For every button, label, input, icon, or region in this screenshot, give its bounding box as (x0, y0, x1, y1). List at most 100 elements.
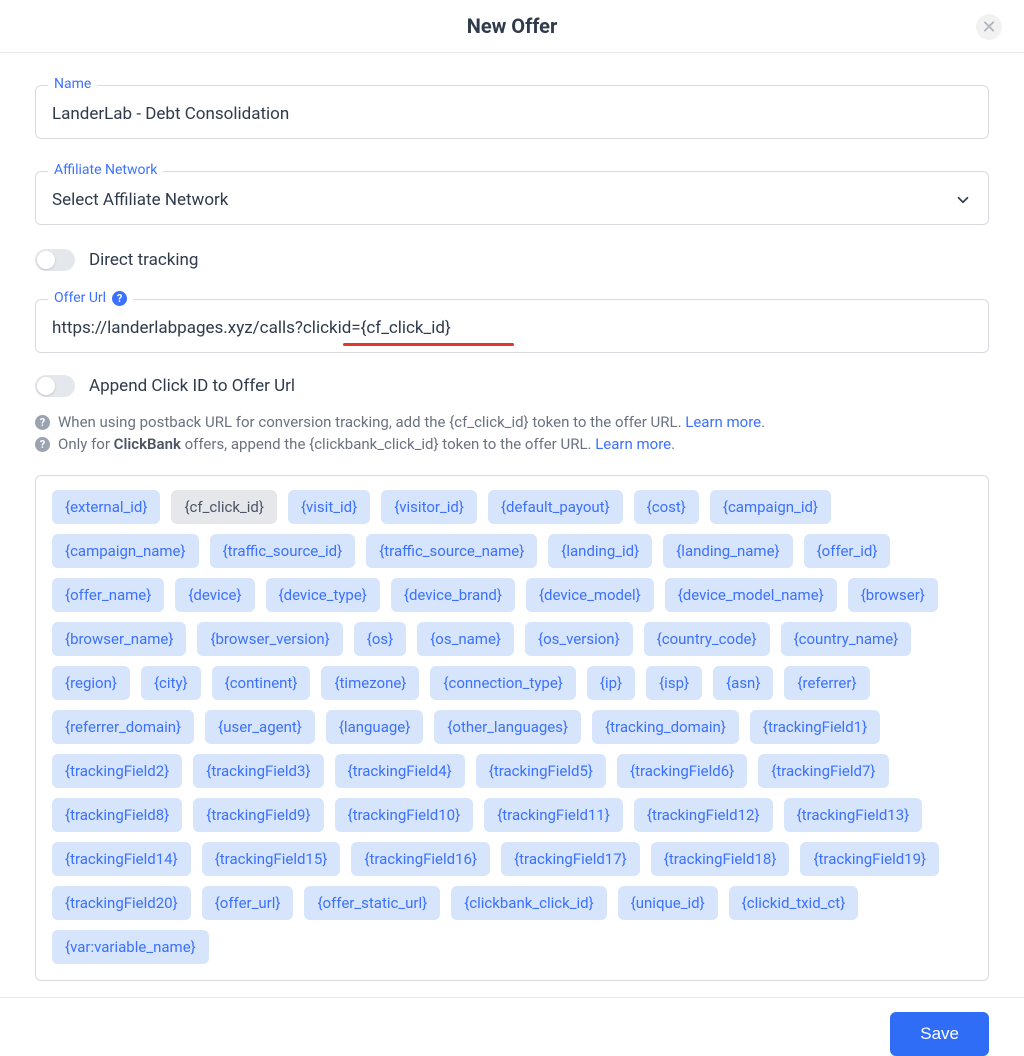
token-chip[interactable]: {unique_id} (618, 886, 718, 920)
info-line-postback: ? When using postback URL for conversion… (35, 413, 989, 431)
token-chip[interactable]: {trackingField10} (335, 798, 474, 832)
token-chip[interactable]: {landing_name} (663, 534, 792, 568)
token-chip[interactable]: {browser} (848, 578, 938, 612)
token-chip[interactable]: {trackingField20} (52, 886, 191, 920)
token-chip[interactable]: {city} (141, 666, 201, 700)
token-chip[interactable]: {tracking_domain} (592, 710, 739, 744)
offer-url-label: Offer Url ? (48, 290, 133, 306)
affiliate-network-field-group[interactable]: Affiliate Network Select Affiliate Netwo… (35, 171, 989, 225)
token-chip[interactable]: {trackingField1} (750, 710, 880, 744)
token-chip[interactable]: {trackingField17} (501, 842, 640, 876)
info-text: When using postback URL for conversion t… (58, 413, 685, 431)
annotation-underline (343, 343, 514, 346)
token-chip: {cf_click_id} (171, 490, 276, 524)
token-chip[interactable]: {device_type} (266, 578, 380, 612)
token-chip[interactable]: {trackingField2} (52, 754, 182, 788)
token-chip[interactable]: {trackingField19} (800, 842, 939, 876)
token-chip[interactable]: {os_name} (417, 622, 514, 656)
token-chip[interactable]: {cost} (634, 490, 699, 524)
token-chip[interactable]: {external_id} (52, 490, 160, 524)
token-chip[interactable]: {continent} (212, 666, 311, 700)
token-chip[interactable]: {default_payout} (488, 490, 623, 524)
append-click-id-toggle[interactable] (35, 375, 75, 397)
token-chip[interactable]: {trackingField12} (634, 798, 773, 832)
offer-url-input[interactable] (52, 318, 972, 338)
modal-body: Name Affiliate Network Select Affiliate … (0, 53, 1024, 997)
token-chip[interactable]: {ip} (587, 666, 635, 700)
token-chip[interactable]: {trackingField13} (784, 798, 923, 832)
modal-title: New Offer (467, 14, 558, 38)
token-chip[interactable]: {clickid_txid_ct} (729, 886, 859, 920)
token-chip[interactable]: {other_languages} (434, 710, 581, 744)
token-chip[interactable]: {trackingField7} (758, 754, 888, 788)
direct-tracking-row: Direct tracking (35, 249, 989, 271)
token-chip[interactable]: {trackingField9} (193, 798, 323, 832)
token-chip[interactable]: {clickbank_click_id} (451, 886, 606, 920)
token-chip[interactable]: {traffic_source_id} (210, 534, 356, 568)
token-chip[interactable]: {trackingField11} (484, 798, 623, 832)
affiliate-network-placeholder: Select Affiliate Network (52, 190, 228, 210)
token-chip[interactable]: {trackingField8} (52, 798, 182, 832)
help-icon[interactable]: ? (112, 291, 127, 306)
token-chip[interactable]: {landing_id} (548, 534, 652, 568)
token-chip[interactable]: {offer_url} (202, 886, 294, 920)
modal-footer: Save (0, 997, 1024, 1056)
token-chip[interactable]: {asn} (713, 666, 773, 700)
name-input[interactable] (52, 104, 972, 124)
token-chip[interactable]: {browser_name} (52, 622, 186, 656)
token-chip[interactable]: {isp} (646, 666, 702, 700)
close-button[interactable]: ✕ (976, 14, 1002, 40)
token-chip[interactable]: {language} (326, 710, 423, 744)
save-button[interactable]: Save (890, 1012, 989, 1056)
info-icon: ? (35, 437, 50, 452)
token-chip[interactable]: {trackingField4} (335, 754, 465, 788)
token-chip[interactable]: {campaign_name} (52, 534, 199, 568)
info-text: offers, append the {clickbank_click_id} … (181, 435, 595, 453)
token-chip[interactable]: {offer_name} (52, 578, 164, 612)
token-chip[interactable]: {trackingField14} (52, 842, 191, 876)
append-click-id-row: Append Click ID to Offer Url (35, 375, 989, 397)
token-chip[interactable]: {trackingField18} (651, 842, 790, 876)
token-chip[interactable]: {referrer} (784, 666, 869, 700)
affiliate-network-select[interactable]: Select Affiliate Network (52, 190, 972, 210)
affiliate-network-label: Affiliate Network (48, 162, 163, 178)
token-chip[interactable]: {device_brand} (391, 578, 515, 612)
token-chip[interactable]: {region} (52, 666, 130, 700)
token-chip[interactable]: {os_version} (525, 622, 633, 656)
token-chip[interactable]: {timezone} (321, 666, 419, 700)
token-chip[interactable]: {os} (354, 622, 406, 656)
token-chip[interactable]: {campaign_id} (710, 490, 831, 524)
token-chip[interactable]: {browser_version} (197, 622, 342, 656)
token-chip[interactable]: {trackingField6} (617, 754, 747, 788)
info-bold: ClickBank (114, 435, 181, 453)
close-icon: ✕ (981, 17, 996, 38)
token-chip[interactable]: {device_model_name} (665, 578, 837, 612)
direct-tracking-label: Direct tracking (89, 250, 198, 270)
learn-more-link[interactable]: Learn more (685, 413, 761, 431)
learn-more-link[interactable]: Learn more (595, 435, 671, 453)
token-chip[interactable]: {traffic_source_name} (366, 534, 537, 568)
token-chip[interactable]: {trackingField3} (193, 754, 323, 788)
info-text: Only for (58, 435, 114, 453)
token-chip[interactable]: {user_agent} (205, 710, 315, 744)
modal-header: New Offer ✕ (0, 0, 1024, 53)
token-chip[interactable]: {offer_static_url} (304, 886, 440, 920)
token-chip[interactable]: {offer_id} (804, 534, 891, 568)
token-chip[interactable]: {visit_id} (288, 490, 370, 524)
token-chip[interactable]: {device} (175, 578, 254, 612)
token-chip[interactable]: {var:variable_name} (52, 930, 209, 964)
token-chip[interactable]: {country_code} (644, 622, 770, 656)
token-chip[interactable]: {trackingField15} (202, 842, 341, 876)
info-icon: ? (35, 415, 50, 430)
tokens-panel: {external_id} {cf_click_id} {visit_id} {vis… (35, 475, 989, 981)
token-chip[interactable]: {trackingField5} (476, 754, 606, 788)
token-chip[interactable]: {country_name} (781, 622, 912, 656)
name-label: Name (48, 76, 97, 92)
token-chip[interactable]: {trackingField16} (351, 842, 490, 876)
token-chip[interactable]: {device_model} (526, 578, 654, 612)
append-click-id-label: Append Click ID to Offer Url (89, 376, 295, 396)
token-chip[interactable]: {referrer_domain} (52, 710, 194, 744)
token-chip[interactable]: {connection_type} (430, 666, 575, 700)
direct-tracking-toggle[interactable] (35, 249, 75, 271)
token-chip[interactable]: {visitor_id} (381, 490, 477, 524)
